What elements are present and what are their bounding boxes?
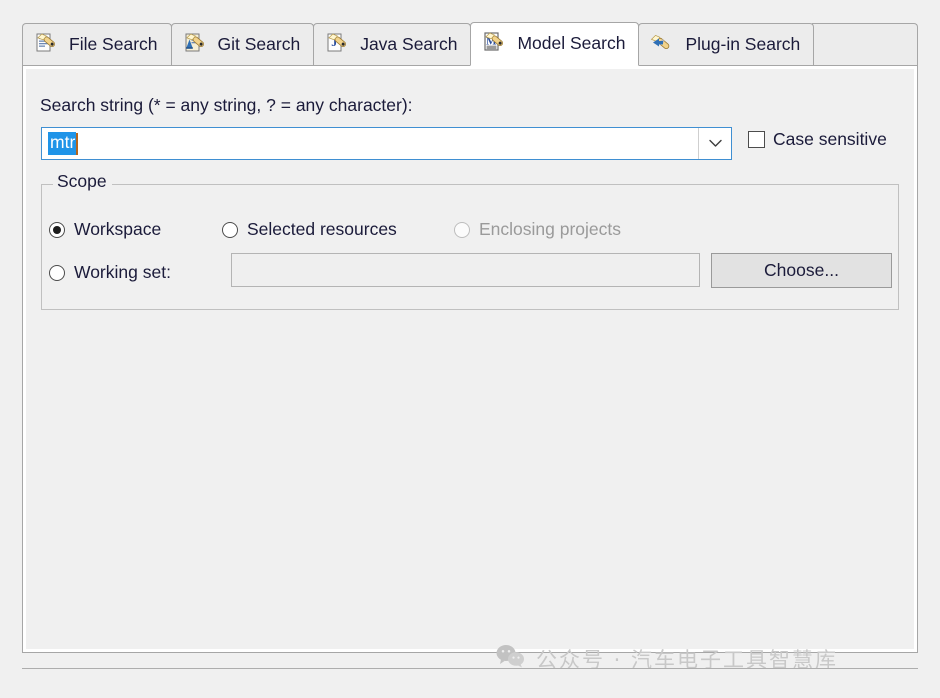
- file-search-icon: [34, 32, 60, 58]
- tab-model-search[interactable]: M Model Search: [470, 22, 640, 66]
- model-search-page: Search string (* = any string, ? = any c…: [26, 69, 914, 649]
- search-input[interactable]: mtr: [42, 128, 698, 159]
- working-set-input[interactable]: [231, 253, 700, 287]
- search-dialog: File Search Git Search J Java Search M M…: [22, 22, 918, 653]
- radio-label: Enclosing projects: [479, 219, 622, 239]
- case-sensitive-label: Case sensitive: [773, 129, 887, 149]
- plugin-search-icon: [650, 32, 676, 58]
- model-search-icon: M: [482, 31, 508, 57]
- search-string-label: Search string (* = any string, ? = any c…: [40, 95, 413, 115]
- tab-label: Git Search: [217, 34, 301, 55]
- search-input-value: mtr: [48, 132, 77, 155]
- radio-workspace[interactable]: Workspace: [49, 219, 161, 240]
- tab-plugin-search[interactable]: Plug-in Search: [638, 23, 815, 66]
- chevron-down-icon[interactable]: [698, 128, 731, 159]
- tab-strip: File Search Git Search J Java Search M M…: [22, 22, 918, 66]
- case-sensitive-checkbox[interactable]: Case sensitive: [748, 129, 887, 150]
- radio-label: Selected resources: [247, 219, 397, 239]
- java-search-icon: J: [325, 32, 351, 58]
- tab-file-search[interactable]: File Search: [22, 23, 172, 66]
- tab-content-pane: Search string (* = any string, ? = any c…: [22, 65, 918, 653]
- radio-enclosing-projects: Enclosing projects: [454, 219, 621, 240]
- scope-group: Scope Workspace Selected resources Enclo…: [41, 172, 899, 310]
- scope-group-label: Scope: [53, 172, 112, 191]
- tab-java-search[interactable]: J Java Search: [313, 23, 472, 66]
- radio-box: [49, 264, 65, 281]
- tab-label: Model Search: [517, 33, 626, 54]
- bottom-separator: [22, 668, 918, 669]
- checkbox-box: [748, 131, 765, 148]
- radio-box: [454, 221, 470, 238]
- radio-label: Workspace: [74, 219, 162, 239]
- tab-label: File Search: [69, 34, 158, 55]
- radio-selected-resources[interactable]: Selected resources: [222, 219, 397, 240]
- tab-label: Java Search: [360, 34, 458, 55]
- text-caret: [76, 132, 79, 155]
- tab-git-search[interactable]: Git Search: [170, 23, 315, 66]
- tab-label: Plug-in Search: [685, 34, 801, 55]
- git-search-icon: [183, 32, 209, 58]
- radio-box: [49, 221, 65, 238]
- tab-strip-filler: [812, 23, 918, 66]
- radio-box: [222, 221, 238, 238]
- search-string-combo[interactable]: mtr: [41, 127, 732, 160]
- radio-label: Working set:: [74, 262, 171, 282]
- radio-working-set[interactable]: Working set:: [49, 262, 171, 283]
- choose-button[interactable]: Choose...: [711, 253, 892, 288]
